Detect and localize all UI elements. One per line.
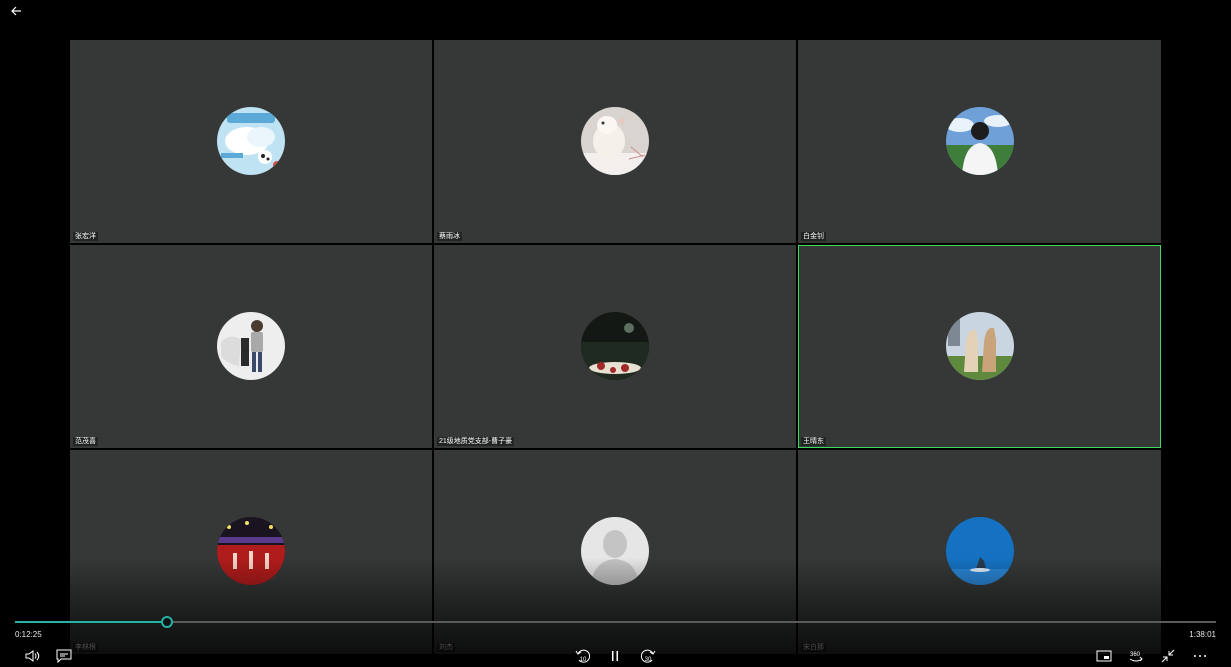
exit-fullscreen-button[interactable]	[1159, 648, 1177, 664]
participant-name: 张宏洋	[73, 232, 98, 241]
participant-tile[interactable]: 李林根	[70, 450, 432, 654]
participant-name: 王晴东	[801, 437, 826, 446]
volume-icon	[25, 650, 40, 662]
picture-in-picture-icon	[1096, 650, 1112, 662]
participant-avatar	[581, 517, 649, 585]
rotate-360-icon: 360	[1129, 652, 1143, 662]
participant-tile[interactable]: 刘杰	[434, 450, 796, 654]
participant-avatar	[581, 312, 649, 380]
participant-tile[interactable]: 21级地质党支部-曹子豪	[434, 245, 796, 448]
participant-avatar	[945, 312, 1014, 380]
participant-tile[interactable]: 范茂喜	[70, 245, 432, 448]
more-icon	[1194, 655, 1206, 657]
participant-tile[interactable]: 蔡雨冰	[434, 40, 796, 243]
total-time: 1:38:01	[1189, 630, 1216, 639]
more-options-button[interactable]	[1191, 648, 1209, 664]
participant-grid: 张宏洋 蔡雨冰 白金钊 范茂喜 21级地质党支部-曹子豪 王晴东 李林根 刘杰 …	[70, 40, 1161, 654]
elapsed-time: 0:12:25	[15, 630, 42, 639]
seek-bar[interactable]	[15, 621, 1216, 623]
pause-icon	[612, 651, 618, 661]
participant-name: 蔡雨冰	[437, 232, 462, 241]
forward-button[interactable]: 30	[639, 648, 657, 664]
participant-avatar	[217, 107, 285, 175]
rewind-seconds: 10	[579, 657, 587, 663]
exit-fullscreen-icon	[1161, 649, 1175, 663]
arrow-left-icon	[11, 6, 21, 16]
participant-avatar	[217, 517, 285, 585]
participant-tile-active-speaker[interactable]: 王晴东	[798, 245, 1161, 448]
participant-name: 李林根	[73, 643, 98, 652]
pause-button[interactable]	[606, 648, 624, 664]
volume-button[interactable]	[24, 648, 42, 664]
participant-tile[interactable]: 白金钊	[798, 40, 1161, 243]
forward-seconds: 30	[644, 657, 652, 663]
participant-avatar	[581, 107, 649, 175]
caption-icon	[56, 649, 72, 663]
participant-name: 刘杰	[437, 643, 455, 652]
participant-avatar	[217, 312, 285, 380]
subtitles-button[interactable]	[55, 648, 73, 664]
participant-tile[interactable]: 宋白那	[798, 450, 1161, 654]
participant-name: 范茂喜	[73, 437, 98, 446]
svg-text:360: 360	[1130, 652, 1141, 658]
default-user-icon	[581, 517, 649, 585]
rewind-button[interactable]: 10	[574, 648, 592, 664]
participant-avatar	[945, 517, 1014, 585]
seek-bar-progress	[15, 621, 168, 623]
participant-avatar	[945, 107, 1014, 175]
participant-name: 21级地质党支部-曹子豪	[437, 437, 515, 446]
participant-name: 白金钊	[801, 232, 826, 241]
participant-name: 宋白那	[801, 643, 826, 652]
miniplayer-button[interactable]	[1095, 648, 1113, 664]
view-360-button[interactable]: 360	[1127, 648, 1145, 664]
back-button[interactable]	[6, 2, 26, 20]
participant-tile[interactable]: 张宏洋	[70, 40, 432, 243]
